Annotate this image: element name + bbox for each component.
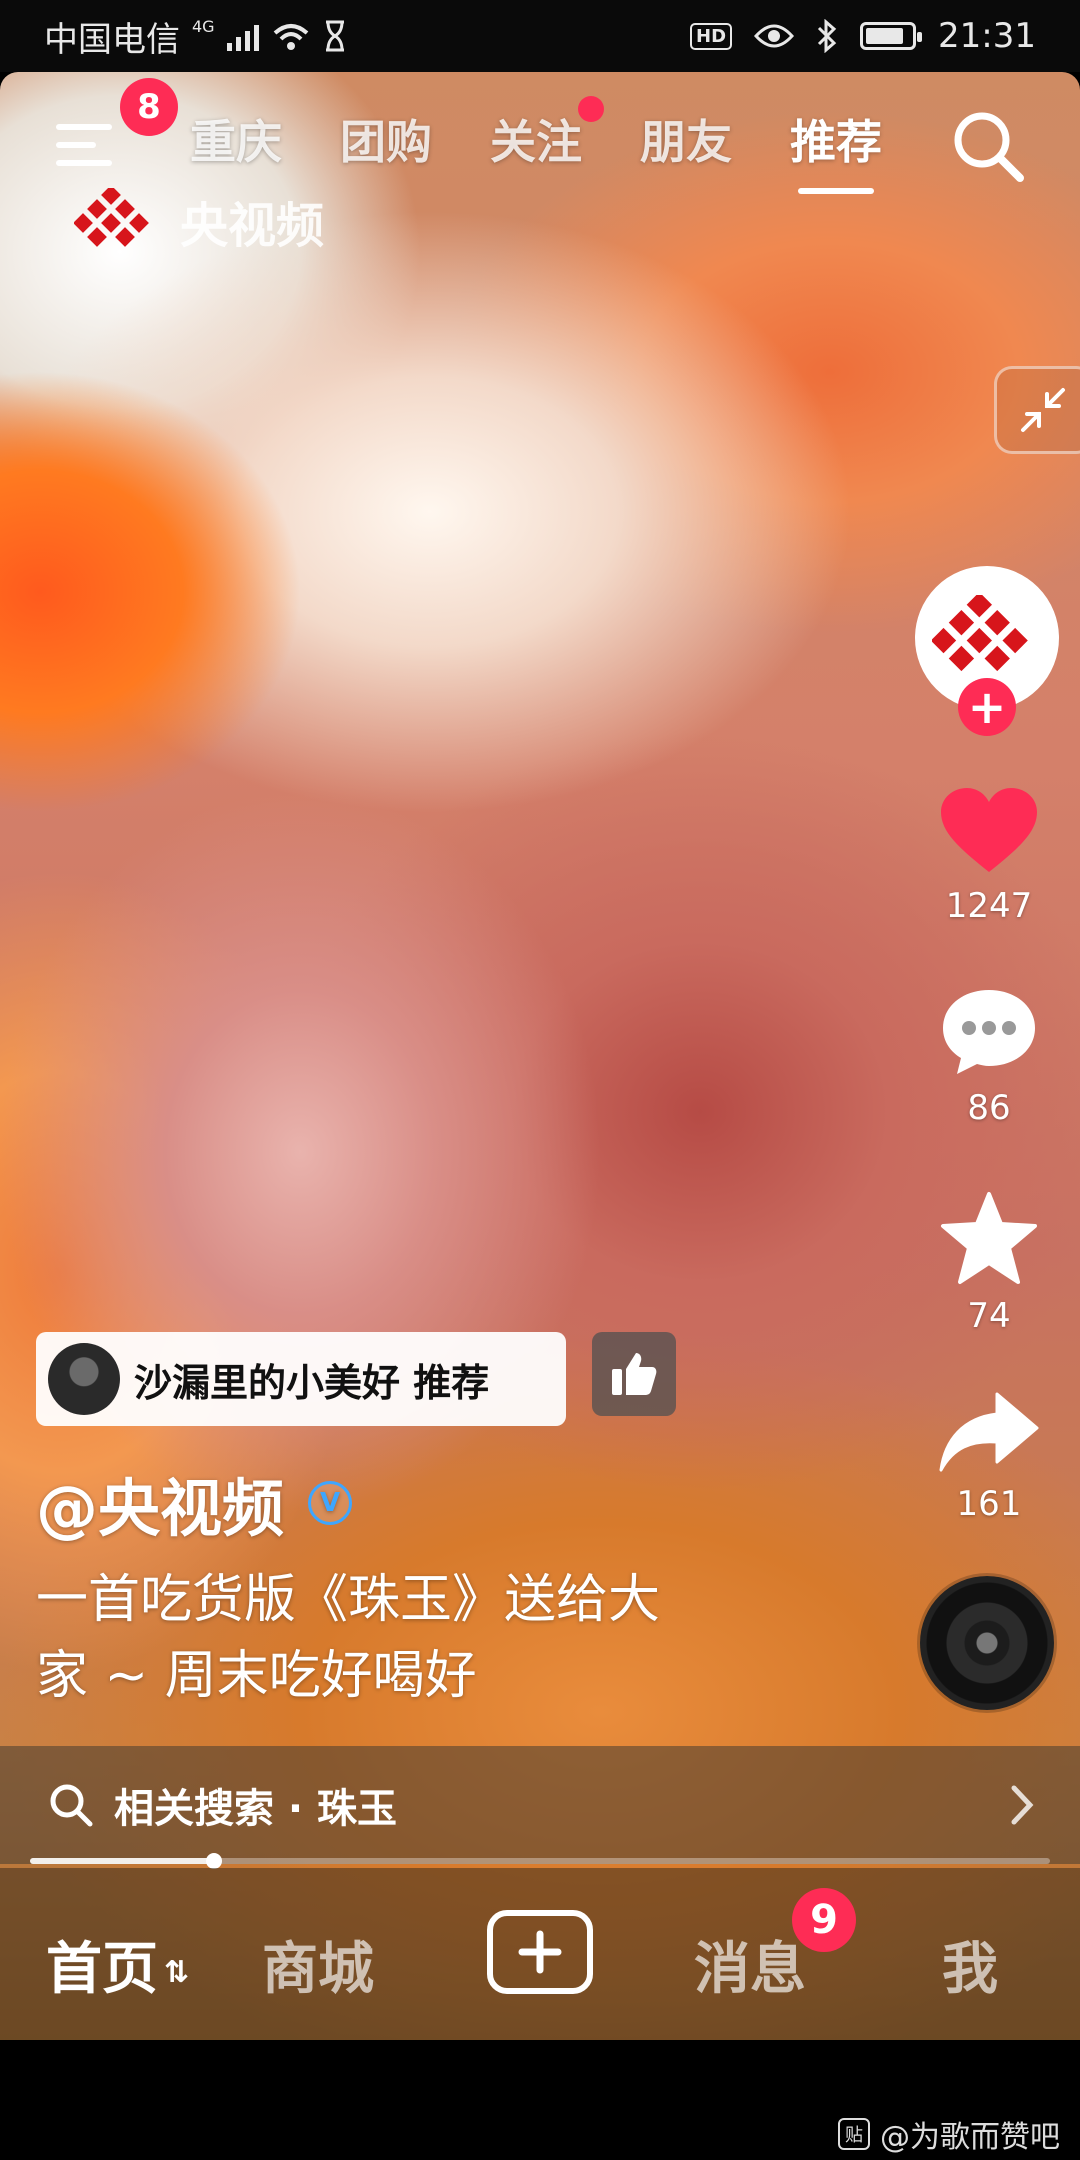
search-icon[interactable] [946, 104, 1030, 188]
battery-level [866, 28, 904, 44]
caption-line: 一首吃货版《珠玉》送给大 [36, 1570, 661, 1630]
clock: 21:31 [938, 16, 1036, 56]
channel-logo-text: 央视频 [180, 198, 325, 254]
tab-friends[interactable]: 朋友 [640, 106, 732, 172]
eye-icon [754, 24, 795, 48]
messages-badge: 9 [792, 1888, 856, 1952]
verified-badge-icon: V [308, 1481, 353, 1525]
tab-groupbuy[interactable]: 团购 [340, 106, 432, 172]
collapse-arrows-icon [1021, 388, 1065, 432]
like-button[interactable]: 1247 [914, 786, 1064, 926]
thumbs-up-icon [612, 1353, 657, 1395]
tieba-watermark: 贴 @为歌而赞吧 [838, 2112, 1060, 2156]
author-name: @央视频 [36, 1472, 285, 1545]
network-type: 4G [192, 16, 215, 36]
hourglass-icon [325, 20, 344, 52]
collapse-button[interactable] [994, 366, 1080, 454]
following-dot-badge [578, 96, 604, 122]
watermark-text: @为歌而赞吧 [880, 2120, 1060, 2155]
thumbs-up-button[interactable] [592, 1332, 676, 1416]
tab-messages[interactable]: 消息 [694, 1924, 806, 2005]
share-count: 161 [956, 1484, 1022, 1524]
related-search-bar[interactable]: 相关搜索 · 珠玉 [0, 1746, 1080, 1864]
search-icon [50, 1784, 93, 1827]
share-arrow-icon [939, 1392, 1039, 1472]
plus-icon [518, 1930, 562, 1974]
author-name-row[interactable]: @央视频 V [36, 1458, 353, 1548]
footer-strip: 贴 @为歌而赞吧 [0, 2040, 1080, 2160]
heart-icon [941, 788, 1037, 872]
status-right: HD 21:31 [690, 16, 1036, 56]
comment-button[interactable]: 86 [914, 986, 1064, 1128]
video-caption[interactable]: 一首吃货版《珠玉》送给大 家 ~ 周末吃好喝好 [36, 1562, 796, 1714]
bottom-tab-bar: 首页 ⇅ 商城 消息 9 我 [0, 1868, 1080, 2040]
cctv-logo-icon [932, 595, 1028, 672]
music-disc[interactable] [920, 1576, 1054, 1710]
menu-badge: 8 [120, 78, 178, 136]
switch-arrows-icon: ⇅ [164, 1955, 190, 1990]
status-bar: 中国电信 4G HD 21:31 [0, 0, 1080, 72]
app-screen: 中国电信 4G HD 21:31 8 重庆 团购 关注 朋友 推荐 央视频 + … [0, 0, 1080, 2160]
feed-tabs: 重庆 团购 关注 朋友 推荐 [190, 96, 882, 194]
cctv-logo-icon [74, 188, 149, 247]
status-left: 中国电信 4G [44, 12, 347, 61]
menu-button[interactable] [56, 118, 116, 168]
recommend-chip[interactable]: 沙漏里的小美好 推荐 [36, 1332, 566, 1426]
progress-knob[interactable] [205, 1853, 222, 1869]
carrier-name: 中国电信 [44, 19, 180, 60]
favorite-count: 74 [967, 1296, 1011, 1336]
tab-home-label: 首页 [46, 1937, 158, 2002]
recommender-avatar [48, 1343, 120, 1415]
progress-fill [30, 1858, 214, 1864]
battery-icon [860, 22, 923, 50]
favorite-button[interactable]: 74 [914, 1190, 1064, 1336]
like-count: 1247 [945, 886, 1033, 926]
recommend-text: 沙漏里的小美好 推荐 [134, 1360, 490, 1405]
tab-home[interactable]: 首页 ⇅ [46, 1924, 189, 2005]
tab-following-label: 关注 [490, 115, 582, 169]
tieba-icon: 贴 [838, 2118, 870, 2150]
tab-mall[interactable]: 商城 [262, 1924, 374, 2005]
wifi-icon [273, 24, 308, 50]
bluetooth-icon [817, 19, 837, 53]
follow-button[interactable]: + [958, 678, 1016, 736]
comment-count: 86 [967, 1088, 1011, 1128]
signal-icon [226, 21, 259, 51]
comment-icon [943, 990, 1035, 1074]
related-search-label: 相关搜索 · 珠玉 [114, 1786, 398, 1832]
caption-line: 家 ~ 周末吃好喝好 [36, 1646, 477, 1706]
tab-local[interactable]: 重庆 [190, 106, 282, 172]
chevron-right-icon [1011, 1785, 1034, 1825]
channel-watermark: 央视频 [74, 186, 324, 256]
tab-me[interactable]: 我 [942, 1924, 998, 2005]
create-button[interactable] [487, 1910, 593, 1994]
video-progress-bar[interactable] [30, 1853, 1050, 1869]
tab-recommend[interactable]: 推荐 [790, 106, 882, 194]
hd-badge: HD [690, 22, 733, 50]
tab-following[interactable]: 关注 [490, 96, 604, 172]
star-icon [941, 1192, 1037, 1284]
share-button[interactable]: 161 [914, 1390, 1064, 1524]
